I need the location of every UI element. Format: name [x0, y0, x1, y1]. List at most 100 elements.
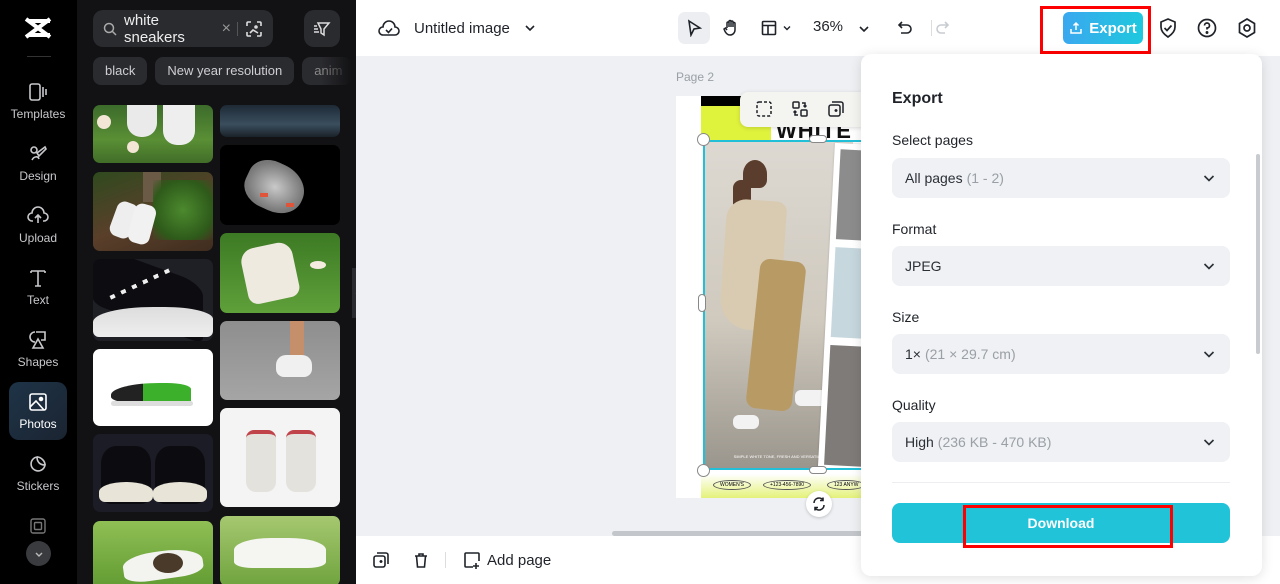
search-input[interactable]: white sneakers ×	[93, 10, 273, 47]
page-label: Page 2	[676, 70, 715, 84]
resize-handle-bottom[interactable]	[809, 466, 827, 474]
settings-icon[interactable]	[1236, 17, 1258, 39]
layout-dropdown[interactable]	[756, 12, 796, 44]
quality-dropdown[interactable]: High (236 KB - 470 KB)	[892, 422, 1230, 462]
photo-thumbnail[interactable]	[220, 233, 340, 313]
photos-icon	[29, 393, 47, 411]
element-floating-toolbar	[740, 92, 870, 127]
rail-item-design[interactable]: Design	[9, 134, 67, 192]
filter-button[interactable]	[304, 10, 340, 47]
select-tool-button[interactable]	[678, 12, 710, 44]
rail-item-stickers[interactable]: Stickers	[9, 444, 67, 502]
rail-item-upload[interactable]: Upload	[9, 196, 67, 254]
resize-handle-bottom-left[interactable]	[697, 464, 710, 477]
rail-label: Stickers	[16, 479, 60, 493]
suggestion-chips: black New year resolution anim	[93, 57, 353, 85]
upload-icon	[27, 206, 49, 223]
rail-item-photos[interactable]: Photos	[9, 382, 67, 440]
top-toolbar: Untitled image 36% Export	[356, 0, 1280, 56]
rail-label: Photos	[19, 417, 57, 431]
chevron-down-icon	[1203, 175, 1215, 182]
rail-divider	[27, 56, 51, 57]
duplicate-page-icon[interactable]	[372, 551, 390, 569]
search-value[interactable]: white sneakers	[124, 12, 222, 46]
highlight-annotation-export	[1040, 6, 1151, 54]
bottom-divider	[445, 552, 446, 568]
rotate-handle[interactable]	[806, 491, 832, 517]
design-icon	[30, 145, 47, 161]
crop-image-icon[interactable]	[755, 100, 773, 118]
photo-thumbnail[interactable]	[93, 521, 213, 584]
export-panel: Export Select pages All pages (1 - 2) Fo…	[861, 54, 1262, 576]
quality-value: High	[905, 434, 934, 450]
layout-icon	[761, 20, 777, 36]
quality-label: Quality	[892, 397, 936, 413]
rail-label: Upload	[18, 231, 58, 245]
shapes-icon	[29, 331, 46, 349]
format-label: Format	[892, 221, 937, 237]
size-dropdown[interactable]: 1× (21 × 29.7 cm)	[892, 334, 1230, 374]
photo-thumbnail[interactable]	[220, 105, 340, 137]
replace-image-icon[interactable]	[791, 100, 809, 118]
rail-more-button[interactable]	[26, 541, 51, 566]
format-dropdown[interactable]: JPEG	[892, 246, 1230, 286]
photo-thumbnail[interactable]	[220, 321, 340, 400]
shield-check-icon[interactable]	[1157, 17, 1179, 39]
stickers-icon	[30, 456, 46, 472]
photo-thumbnail[interactable]	[93, 172, 213, 251]
photo-thumbnail[interactable]	[220, 408, 340, 507]
design-tag: WOMEN'S	[713, 480, 752, 490]
photo-thumbnail[interactable]	[93, 349, 213, 426]
search-divider	[237, 21, 238, 36]
rail-item-text[interactable]: Text	[9, 258, 67, 316]
photo-thumbnail[interactable]	[93, 434, 213, 512]
resize-handle-top-left[interactable]	[697, 133, 710, 146]
rail-label: Design	[19, 169, 57, 183]
photo-thumbnail[interactable]	[220, 516, 340, 584]
toolbar-divider	[931, 20, 932, 36]
rail-item-templates[interactable]: Templates	[9, 72, 67, 130]
size-label: Size	[892, 309, 920, 325]
design-tag: 123 ANYW	[827, 480, 866, 490]
chip-black[interactable]: black	[93, 57, 148, 85]
frames-icon[interactable]	[29, 517, 47, 535]
zoom-level[interactable]: 36%	[813, 18, 843, 35]
chip-new-year-resolution[interactable]: New year resolution	[155, 57, 295, 85]
capcut-logo-icon[interactable]	[22, 14, 54, 42]
duplicate-icon[interactable]	[827, 100, 845, 118]
photo-thumbnail[interactable]	[220, 145, 340, 225]
selection-outline	[703, 140, 878, 470]
photo-thumbnail[interactable]	[93, 105, 213, 163]
select-pages-dropdown[interactable]: All pages (1 - 2)	[892, 158, 1230, 198]
design-footer: WOMEN'S +123-456-7890 123 ANYW	[701, 474, 876, 498]
export-panel-scrollbar[interactable]	[1256, 154, 1260, 354]
resize-handle-top[interactable]	[809, 135, 827, 143]
add-page-icon	[464, 552, 480, 569]
design-page[interactable]: WHITE SIMPLE WHITE TONE, FRESH AND VERSA…	[676, 96, 885, 498]
undo-icon[interactable]	[896, 19, 914, 37]
chip-anim[interactable]: anim	[302, 57, 353, 85]
text-icon	[30, 270, 46, 287]
zoom-chevron-down-icon[interactable]	[858, 23, 870, 35]
add-page-label: Add page	[487, 551, 552, 569]
resize-handle-left[interactable]	[698, 294, 706, 312]
rail-item-shapes[interactable]: Shapes	[9, 320, 67, 378]
image-search-icon[interactable]	[245, 20, 263, 38]
redo-icon[interactable]	[933, 19, 951, 37]
chevron-down-icon[interactable]	[524, 22, 536, 34]
size-detail: (21 × 29.7 cm)	[924, 346, 1016, 362]
quality-detail: (236 KB - 470 KB)	[937, 434, 1052, 450]
delete-page-icon[interactable]	[412, 551, 430, 569]
rail-label: Text	[26, 293, 49, 307]
add-page-button[interactable]: Add page	[463, 551, 551, 569]
clear-search-icon[interactable]: ×	[222, 20, 231, 38]
help-icon[interactable]	[1196, 17, 1218, 39]
left-rail: Templates Design Upload Text Shapes Phot…	[0, 0, 77, 584]
templates-icon	[29, 83, 47, 101]
hand-tool-button[interactable]	[716, 12, 746, 44]
size-value: 1×	[905, 346, 921, 362]
design-tag: +123-456-7890	[763, 480, 812, 490]
document-title[interactable]: Untitled image	[414, 20, 510, 37]
photo-thumbnail[interactable]	[93, 259, 213, 341]
hand-icon	[723, 19, 736, 36]
